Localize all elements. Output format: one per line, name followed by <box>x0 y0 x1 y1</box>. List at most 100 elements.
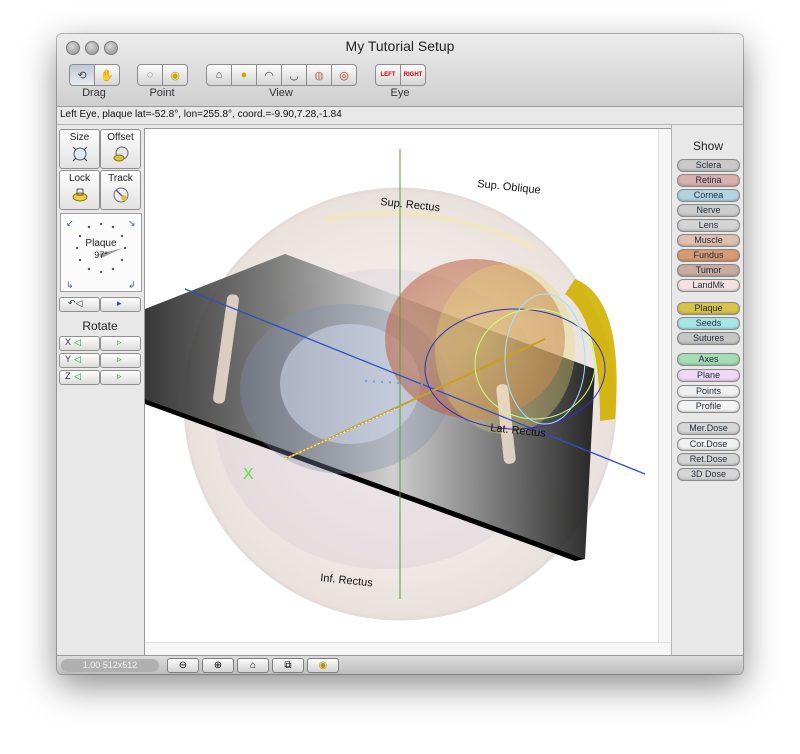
eye-left-button[interactable]: LEFT <box>375 64 401 86</box>
eye-right-button[interactable]: RIGHT <box>401 64 426 86</box>
window-title: My Tutorial Setup <box>345 38 455 54</box>
arrow-left-icon: ◁ <box>74 354 81 364</box>
view-side-button[interactable]: ◡ <box>282 64 307 86</box>
show-toggle-lens[interactable]: Lens <box>677 219 740 232</box>
point-eye-button[interactable]: ◉ <box>163 64 188 86</box>
eye-left-text: LEFT <box>380 72 396 78</box>
dial-rotate-cw-button[interactable]: ▸ <box>100 297 141 312</box>
plaque-rotation-dial[interactable]: ↙ ↘ ↳ ↲ Plaque 97° <box>60 213 142 292</box>
show-toggle-nerve[interactable]: Nerve <box>677 204 740 217</box>
eye-top-icon: ◠ <box>264 69 274 82</box>
arrow-right-icon: ▹ <box>117 354 122 364</box>
offset-label: Offset <box>107 132 134 143</box>
rotate-x-minus-button[interactable]: X ◁ <box>59 336 100 351</box>
view-top-button[interactable]: ◠ <box>257 64 282 86</box>
show-toggle-plane[interactable]: Plane <box>677 369 740 382</box>
arrow-left-icon: ◁ <box>74 371 81 381</box>
show-toggle-3d-dose[interactable]: 3D Dose <box>677 468 740 481</box>
title-bar: My Tutorial Setup ⟲ ✋ Drag ◌ ◉ Point ⌂ ●… <box>57 34 743 107</box>
show-toggle-sutures[interactable]: Sutures <box>677 332 740 345</box>
show-toggle-muscle[interactable]: Muscle <box>677 234 740 247</box>
view-plaque-button[interactable]: ◎ <box>332 64 357 86</box>
lock-button[interactable]: Lock <box>59 170 100 210</box>
size-button[interactable]: Size <box>59 129 100 169</box>
eye-front-icon: ● <box>240 69 248 81</box>
show-toggle-points[interactable]: Points <box>677 385 740 398</box>
point-group: ◌ ◉ <box>137 64 188 86</box>
eye-icon: ◉ <box>318 660 328 671</box>
viewport-horizontal-scrollbar[interactable] <box>145 642 671 655</box>
zoom-out-icon: ⊖ <box>178 660 188 671</box>
eye-label: Eye <box>390 87 410 99</box>
sup-oblique-label: Sup. Oblique <box>477 178 542 197</box>
drag-rotate-button[interactable]: ⟲ <box>69 64 95 86</box>
svg-text:↳: ↳ <box>66 281 74 291</box>
snapshot-button[interactable]: ⧉ <box>272 658 304 673</box>
eye-3d-viewport[interactable]: Sup. Oblique Sup. Rectus Lat. Rectus Inf… <box>144 128 672 656</box>
show-title: Show <box>692 139 724 153</box>
status-text: Left Eye, plaque lat=-52.8°, lon=255.8°,… <box>60 109 342 120</box>
show-toggle-seeds[interactable]: Seeds <box>677 317 740 330</box>
show-toggle-ret-dose[interactable]: Ret.Dose <box>677 453 740 466</box>
zoom-out-button[interactable]: ⊖ <box>167 658 199 673</box>
eye-ball-icon: ◉ <box>170 69 180 82</box>
rotate-arrows-icon: ⟲ <box>77 69 87 82</box>
divider <box>57 124 743 125</box>
show-toggle-cornea[interactable]: Cornea <box>677 189 740 202</box>
home-view-button[interactable]: ⌂ <box>237 658 269 673</box>
view-home-button[interactable]: ⌂ <box>206 64 232 86</box>
arrow-right-icon: ▹ <box>117 371 122 381</box>
rotate-label: Rotate <box>82 319 118 333</box>
size-label: Size <box>69 132 90 143</box>
show-toggle-tumor[interactable]: Tumor <box>677 264 740 277</box>
point-label: Point <box>149 87 175 99</box>
show-toggle-axes[interactable]: Axes <box>677 353 740 366</box>
dial-label: Plaque <box>85 238 117 249</box>
drag-group: ⟲ ✋ <box>69 64 120 86</box>
rotate-z-plus-button[interactable]: ▹ <box>100 370 141 385</box>
offset-button[interactable]: Offset <box>100 129 141 169</box>
fundus-icon: ◍ <box>314 69 324 82</box>
rotate-y-minus-button[interactable]: Y ◁ <box>59 353 100 368</box>
rotate-x-label: X <box>65 337 72 347</box>
track-label: Track <box>108 173 133 184</box>
rotate-ccw-icon: ↶◁ <box>68 298 83 308</box>
show-toggle-landmk[interactable]: LandMk <box>677 279 740 292</box>
rotate-y-label: Y <box>65 354 72 364</box>
show-toggle-mer-dose[interactable]: Mer.Dose <box>677 422 740 435</box>
rotate-z-label: Z <box>65 371 71 381</box>
eye-settings-button[interactable]: ◉ <box>307 658 339 673</box>
show-toggle-sclera[interactable]: Sclera <box>677 159 740 172</box>
view-fundus-button[interactable]: ◍ <box>307 64 332 86</box>
show-toggle-fundus[interactable]: Fundus <box>677 249 740 262</box>
drag-hand-button[interactable]: ✋ <box>95 64 120 86</box>
play-right-icon: ▸ <box>117 298 122 308</box>
show-toggle-cor-dose[interactable]: Cor.Dose <box>677 438 740 451</box>
zoom-readout: 1.00 512x512 <box>61 659 159 672</box>
x-axis-label: X <box>243 466 254 483</box>
rotate-z-minus-button[interactable]: Z ◁ <box>59 370 100 385</box>
zoom-in-button[interactable]: ⊕ <box>202 658 234 673</box>
view-group: ⌂ ● ◠ ◡ ◍ ◎ <box>206 64 357 86</box>
dial-value: 97° <box>94 250 108 260</box>
zoom-in-icon: ⊕ <box>213 660 223 671</box>
rotate-y-plus-button[interactable]: ▹ <box>100 353 141 368</box>
show-toggle-retina[interactable]: Retina <box>677 174 740 187</box>
view-front-button[interactable]: ● <box>232 64 257 86</box>
eye-model-rendering[interactable]: Sup. Oblique Sup. Rectus Lat. Rectus Inf… <box>145 129 657 641</box>
home-icon: ⌂ <box>215 69 223 81</box>
svg-text:↙: ↙ <box>66 219 74 229</box>
track-button[interactable]: Track <box>100 170 141 210</box>
bottom-bar: 1.00 512x512 ⊖ ⊕ ⌂ ⧉ ◉ <box>57 655 743 674</box>
eye-side-icon: ◡ <box>289 69 299 82</box>
show-toggle-profile[interactable]: Profile <box>677 400 740 413</box>
app-window: My Tutorial Setup ⟲ ✋ Drag ◌ ◉ Point ⌂ ●… <box>57 34 743 674</box>
show-toggle-plaque[interactable]: Plaque <box>677 302 740 315</box>
rotate-x-plus-button[interactable]: ▹ <box>100 336 141 351</box>
svg-text:↘: ↘ <box>128 219 136 229</box>
lock-label: Lock <box>68 173 91 184</box>
viewport-vertical-scrollbar[interactable] <box>658 129 671 655</box>
left-panel: Size Offset Lock Track ↙ ↘ ↳ ↲ Plaque 97… <box>57 125 143 655</box>
dial-rotate-ccw-button[interactable]: ↶◁ <box>59 297 100 312</box>
point-sphere-button[interactable]: ◌ <box>137 64 163 86</box>
